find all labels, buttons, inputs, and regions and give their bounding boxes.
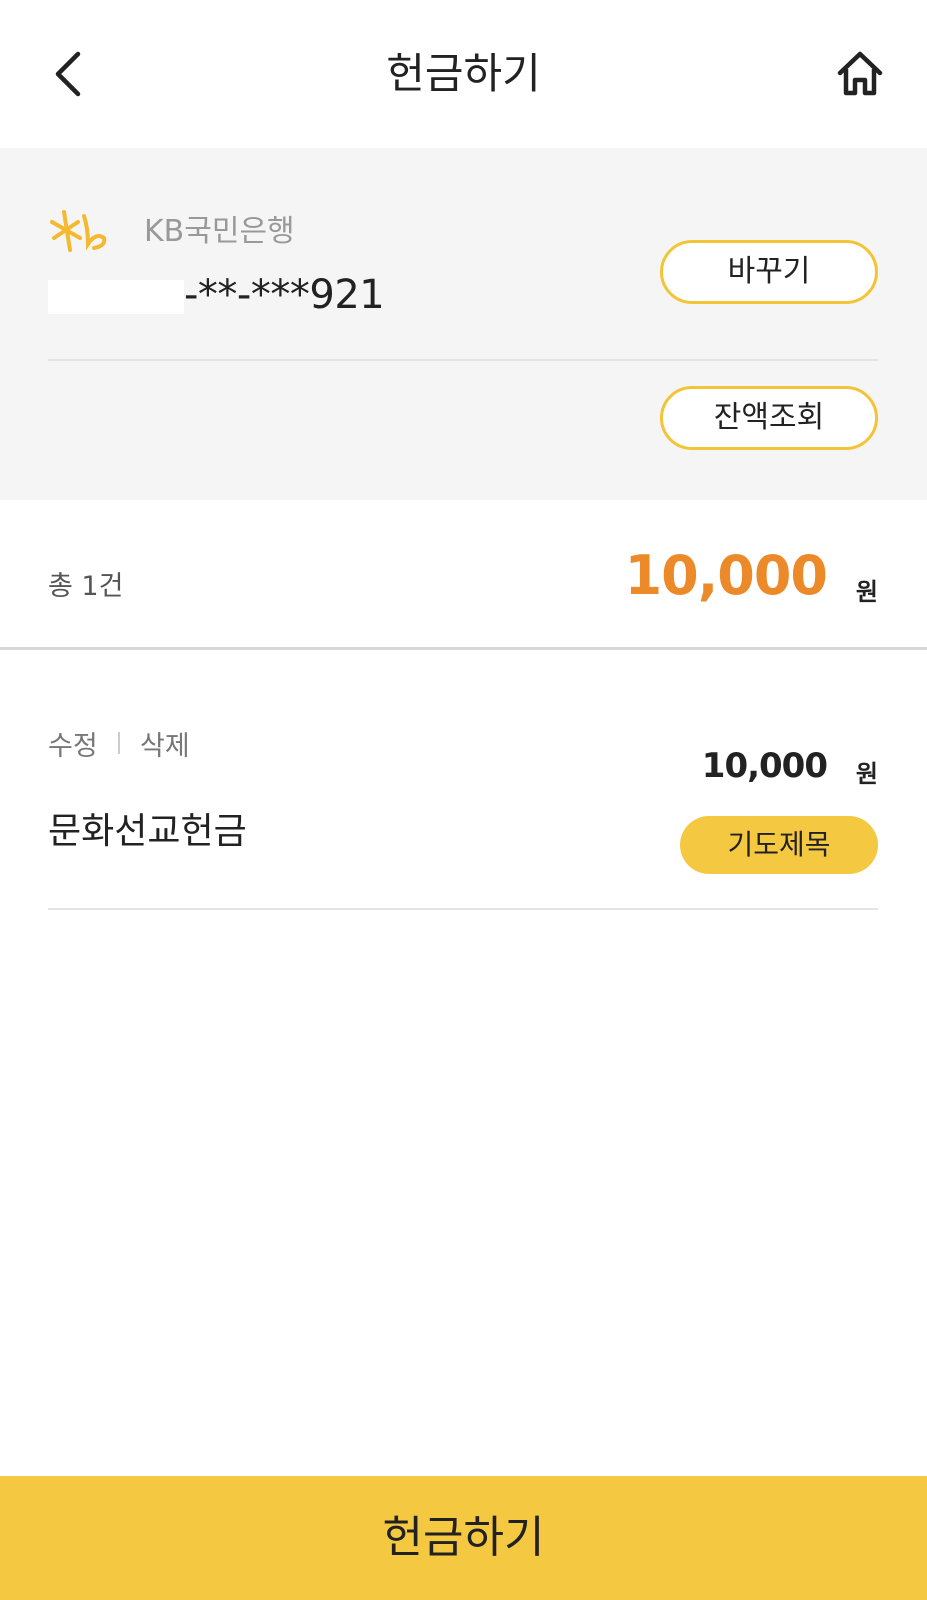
offering-name: 문화선교헌금: [48, 811, 247, 852]
account-panel: KB국민은행 -**-***921 바꾸기 잔액조회: [0, 148, 927, 500]
change-account-button[interactable]: 바꾸기: [660, 240, 878, 304]
divider: [48, 359, 878, 361]
balance-inquiry-button[interactable]: 잔액조회: [660, 386, 878, 450]
kb-logo-icon: [50, 210, 107, 252]
total-unit: 원: [855, 578, 878, 606]
app-header: 헌금하기: [0, 0, 927, 148]
page-title: 헌금하기: [386, 49, 541, 98]
bank-name: KB국민은행: [144, 214, 295, 249]
offering-unit: 원: [855, 760, 878, 788]
home-icon[interactable]: [834, 48, 886, 100]
edit-button[interactable]: 수정: [48, 724, 98, 763]
account-number-mask: [48, 280, 184, 314]
separator: [118, 732, 120, 754]
offering-amount: 10,000: [701, 746, 828, 786]
total-amount: 10,000: [624, 544, 828, 607]
delete-button[interactable]: 삭제: [140, 724, 190, 763]
total-count: 총 1건: [48, 571, 124, 602]
submit-offering-button[interactable]: 헌금하기: [0, 1476, 927, 1600]
divider: [48, 908, 878, 910]
prayer-request-button[interactable]: 기도제목: [680, 816, 878, 874]
total-summary: 총 1건 10,000 원: [0, 500, 927, 648]
account-number: -**-***921: [184, 272, 385, 318]
list-item: 수정 삭제 문화선교헌금 10,000 원 기도제목: [0, 650, 927, 912]
